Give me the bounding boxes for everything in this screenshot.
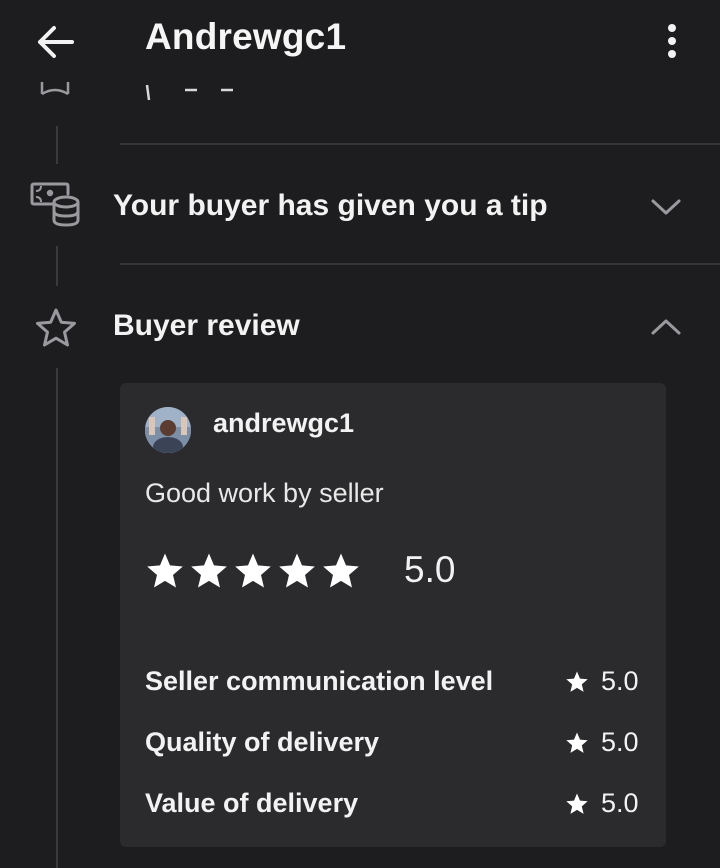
timeline-line xyxy=(56,126,58,164)
arrow-left-icon[interactable] xyxy=(30,18,82,66)
star-filled-icon xyxy=(565,670,589,694)
reviewer-username[interactable]: andrewgc1 xyxy=(213,408,354,439)
tip-coins-icon xyxy=(28,180,82,232)
overall-rating-value: 5.0 xyxy=(404,549,456,590)
rating-stars xyxy=(145,548,361,594)
tip-row-title[interactable]: Your buyer has given you a tip xyxy=(113,189,548,223)
category-value-value: 5.0 xyxy=(601,788,639,818)
chevron-down-icon[interactable] xyxy=(649,195,683,219)
star-outline-icon xyxy=(34,307,78,349)
chevron-up-icon[interactable] xyxy=(649,315,683,339)
star-filled-icon xyxy=(147,553,183,588)
star-filled-icon xyxy=(235,553,271,588)
more-vertical-icon[interactable] xyxy=(652,18,692,66)
timeline-line xyxy=(56,368,58,868)
star-filled-icon xyxy=(565,731,589,755)
page-title: Andrewgc1 xyxy=(145,16,347,57)
app-header: Andrewgc1 xyxy=(0,0,720,82)
review-card xyxy=(120,383,666,847)
category-value-communication: 5.0 xyxy=(601,666,639,696)
timeline-line xyxy=(56,246,58,286)
star-filled-icon xyxy=(565,792,589,816)
avatar[interactable] xyxy=(145,407,191,453)
timeline-item-text-fragment xyxy=(145,82,255,102)
category-label-communication: Seller communication level xyxy=(145,666,494,696)
star-filled-icon xyxy=(323,553,359,588)
category-label-quality: Quality of delivery xyxy=(145,727,380,757)
buyer-review-row-title[interactable]: Buyer review xyxy=(113,309,300,343)
timeline-item-icon xyxy=(36,82,74,104)
divider xyxy=(120,263,720,265)
star-filled-icon xyxy=(191,553,227,588)
category-label-value: Value of delivery xyxy=(145,788,359,818)
divider xyxy=(120,143,720,145)
category-value-quality: 5.0 xyxy=(601,727,639,757)
review-comment: Good work by seller xyxy=(145,478,384,508)
star-filled-icon xyxy=(279,553,315,588)
